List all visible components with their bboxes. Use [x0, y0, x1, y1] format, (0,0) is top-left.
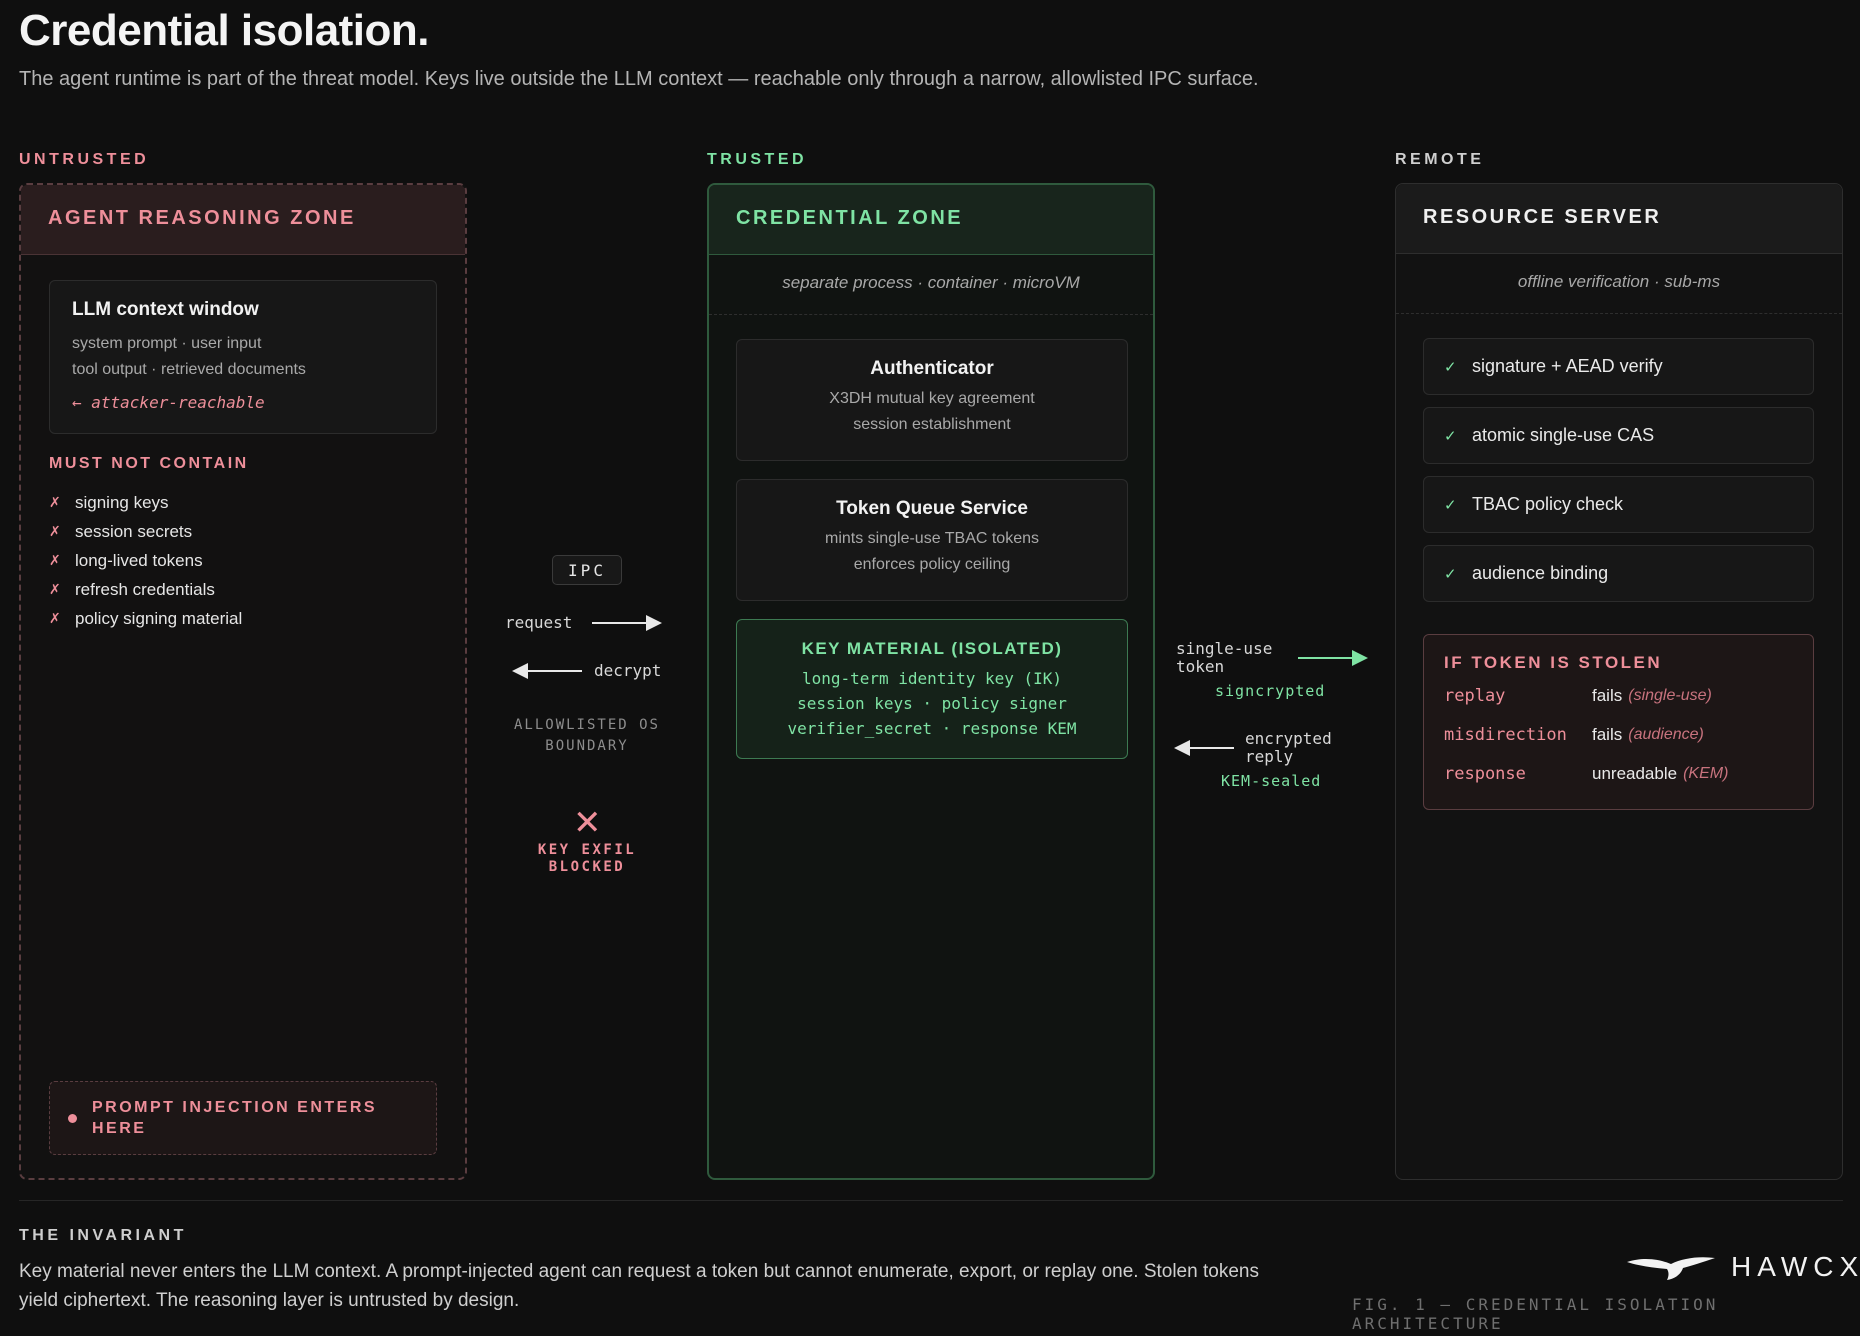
token-queue-line: mints single-use TBAC tokens: [824, 530, 1039, 547]
check-item-label: TBAC policy check: [1472, 494, 1624, 514]
invariant-heading: THE INVARIANT: [19, 1227, 187, 1244]
key-material-line: long-term identity key (IK): [801, 669, 1063, 688]
encrypted-reply-label: encrypted reply: [1245, 729, 1332, 766]
stolen-row: replay fails (single-use): [1444, 683, 1793, 708]
invariant-text: Key material never enters the LLM contex…: [19, 1261, 1259, 1311]
check-icon: ✓: [1444, 358, 1457, 376]
if-token-stolen-title: IF TOKEN IS STOLEN: [1444, 653, 1663, 672]
resource-server-title: RESOURCE SERVER: [1396, 184, 1842, 254]
stolen-row-note: (KEM): [1683, 764, 1729, 782]
credential-zone-title: CREDENTIAL ZONE: [709, 185, 1153, 255]
check-icon: ✓: [1444, 565, 1457, 583]
check-item: ✓ audience binding: [1423, 545, 1814, 602]
authenticator-line: X3DH mutual key agreement: [829, 390, 1035, 407]
figure-caption: FIG. 1 — CREDENTIAL ISOLATION ARCHITECTU…: [1352, 1295, 1719, 1333]
key-material-title: KEY MATERIAL (ISOLATED): [801, 639, 1063, 658]
token-queue-service-box: Token Queue Service mints single-use TBA…: [736, 479, 1128, 601]
key-material-box: KEY MATERIAL (ISOLATED) long-term identi…: [736, 619, 1128, 759]
credential-zone-note: separate process · container · microVM: [709, 255, 1153, 315]
stolen-row-value: fails: [1592, 685, 1623, 705]
resource-server-note: offline verification · sub-ms: [1396, 254, 1842, 314]
stolen-row-value: fails: [1592, 724, 1623, 744]
check-icon: ✓: [1444, 427, 1457, 445]
footer-divider: [19, 1200, 1843, 1201]
check-item: ✓ atomic single-use CAS: [1423, 407, 1814, 464]
brand-logo: HAWCX: [1625, 1251, 1860, 1283]
check-item: ✓ signature + AEAD verify: [1423, 338, 1814, 395]
check-item-label: audience binding: [1472, 563, 1609, 583]
check-item-label: signature + AEAD verify: [1472, 356, 1663, 376]
stolen-row-key: replay: [1444, 685, 1506, 706]
stolen-row: response unreadable (KEM): [1444, 761, 1793, 786]
authenticator-line: session establishment: [853, 416, 1011, 433]
hawk-logo-icon: [1627, 1257, 1715, 1280]
check-item: ✓ TBAC policy check: [1423, 476, 1814, 533]
check-item-label: atomic single-use CAS: [1472, 425, 1655, 445]
stolen-row-key: misdirection: [1444, 724, 1567, 745]
key-material-line: verifier_secret · response KEM: [787, 719, 1077, 738]
stolen-row-value: unreadable: [1592, 763, 1678, 783]
credential-zone: CREDENTIAL ZONE separate process · conta…: [707, 183, 1155, 1180]
kem-sealed-label: KEM-sealed: [1221, 772, 1322, 790]
key-material-line: session keys · policy signer: [797, 694, 1067, 713]
stolen-row-note: (audience): [1628, 725, 1704, 743]
resource-server: RESOURCE SERVER offline verification · s…: [1395, 183, 1843, 1180]
token-queue-line: enforces policy ceiling: [853, 556, 1011, 573]
token-queue-title: Token Queue Service: [836, 498, 1028, 519]
stolen-row: misdirection fails (audience): [1444, 722, 1793, 747]
stolen-row-note: (single-use): [1628, 686, 1712, 704]
brand-name: HAWCX: [1731, 1251, 1860, 1282]
stolen-row-key: response: [1444, 763, 1526, 784]
signcrypted-label: signcrypted: [1215, 682, 1326, 700]
if-token-stolen-box: IF TOKEN IS STOLEN replay fails (single-…: [1423, 634, 1814, 810]
authenticator-box: Authenticator X3DH mutual key agreement …: [736, 339, 1128, 461]
check-icon: ✓: [1444, 496, 1457, 514]
authenticator-title: Authenticator: [870, 358, 994, 379]
single-use-token-label: single-use token: [1176, 639, 1273, 676]
